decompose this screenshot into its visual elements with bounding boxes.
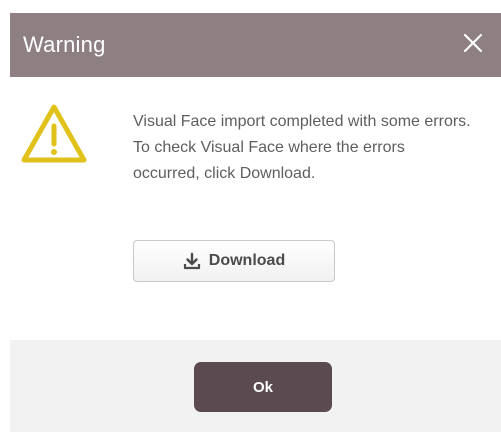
warning-triangle-icon: [21, 104, 87, 163]
dialog-body: Visual Face import completed with some e…: [10, 77, 501, 340]
download-button[interactable]: Download: [133, 240, 335, 282]
warning-dialog: Warning Visual Face import completed wit…: [10, 13, 501, 432]
download-icon: [183, 252, 200, 270]
dialog-titlebar: Warning: [10, 13, 501, 77]
ok-button-label: Ok: [252, 378, 273, 396]
dialog-footer: Ok: [10, 340, 501, 432]
dialog-title: Warning: [23, 32, 106, 57]
close-button[interactable]: [455, 25, 491, 61]
download-button-label: Download: [208, 252, 286, 269]
close-icon: [463, 33, 483, 53]
dialog-message: Visual Face import completed with some e…: [133, 113, 471, 182]
ok-button[interactable]: Ok: [194, 362, 332, 412]
